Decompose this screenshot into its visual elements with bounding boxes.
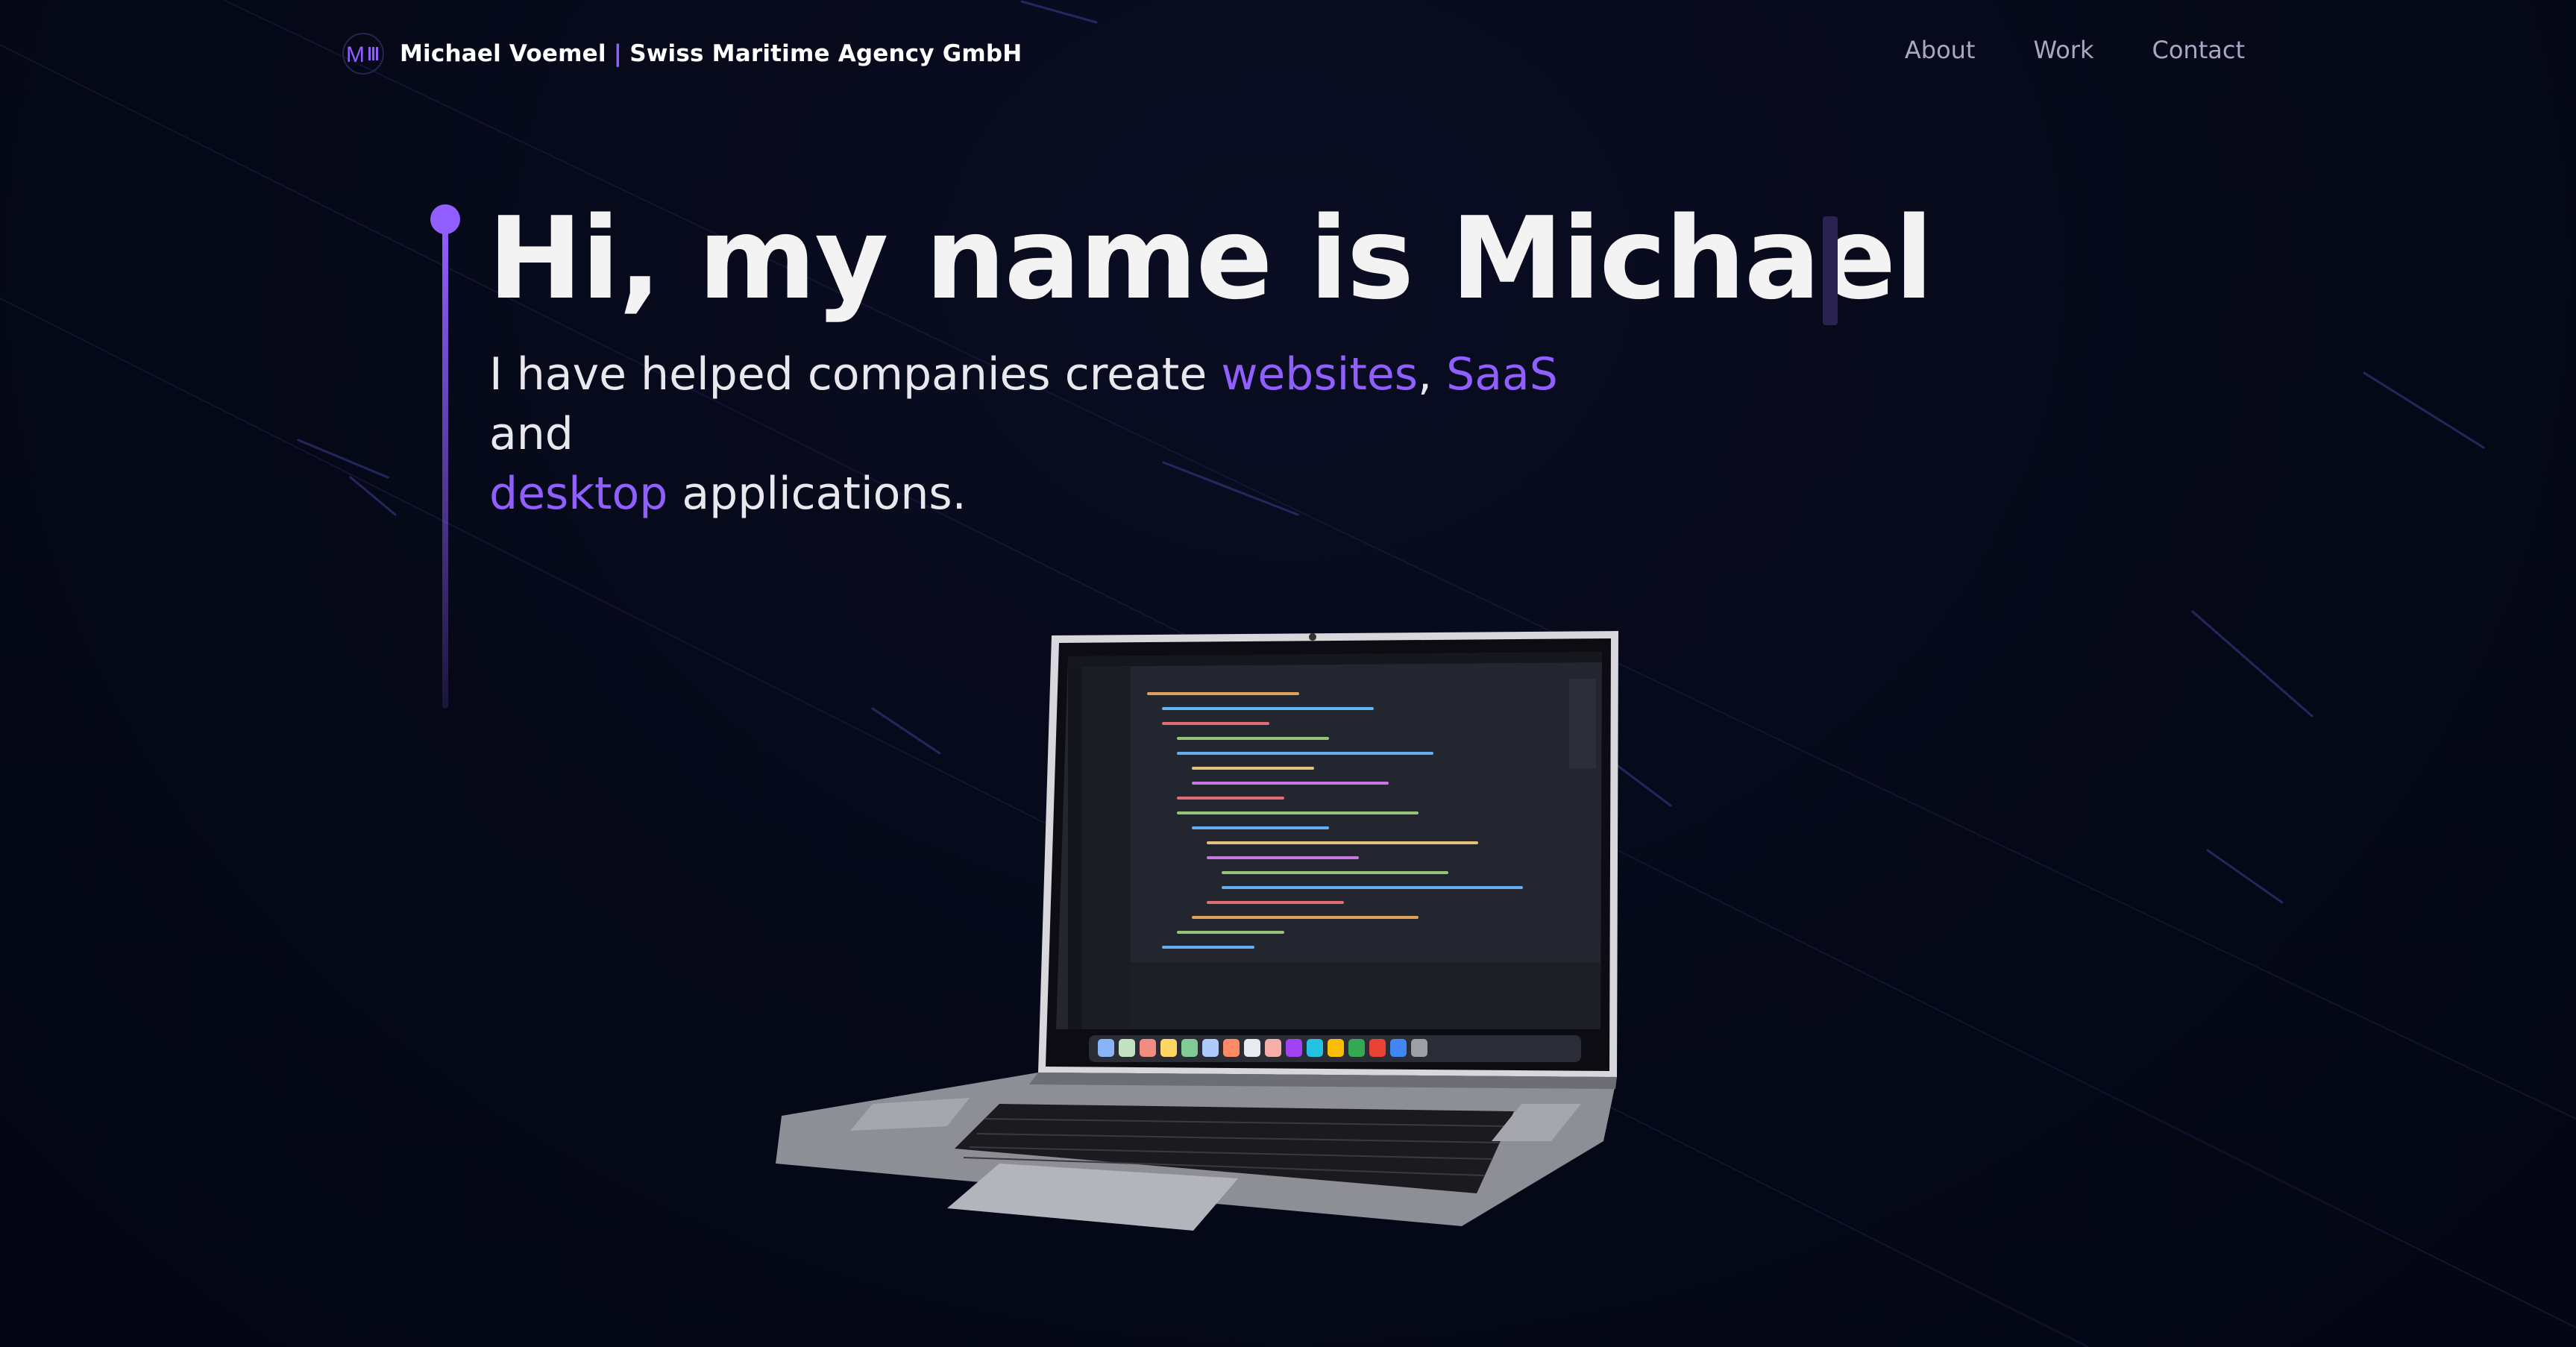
subtitle-accent-desktop: desktop [489, 468, 668, 520]
brand-separator: | [613, 40, 623, 67]
laptop-3d-illustration-icon[interactable] [761, 627, 1626, 1238]
hero-dot [430, 204, 460, 234]
nav-link-contact[interactable]: Contact [2152, 36, 2246, 64]
brand-company: Swiss Maritime Agency GmbH [629, 40, 1022, 67]
navbar: M Michael Voemel | Swiss Maritime Agency G… [0, 0, 2576, 109]
brand-link[interactable]: M Michael Voemel | Swiss Maritime Agency G… [342, 33, 1022, 75]
hero-subtitle: I have helped companies create websites,… [489, 345, 1608, 524]
nav-link-work[interactable]: Work [2033, 36, 2093, 64]
m-monogram-logo-icon: M [342, 33, 384, 75]
subtitle-text-1: I have helped companies create [489, 348, 1222, 401]
subtitle-text-2: , [1418, 348, 1447, 401]
typing-cursor [1823, 216, 1838, 325]
subtitle-accent-saas: SaaS [1446, 348, 1558, 401]
svg-text:M: M [346, 43, 365, 67]
subtitle-text-3: and [489, 408, 574, 460]
brand-title: Michael Voemel | Swiss Maritime Agency Gmb… [400, 40, 1022, 67]
nav-link-about[interactable]: About [1905, 36, 1976, 64]
page: M Michael Voemel | Swiss Maritime Agency G… [0, 0, 2576, 1347]
hero-title: Hi, my name is Michael [488, 192, 1933, 324]
subtitle-text-4: applications. [667, 468, 967, 520]
brand-name: Michael Voemel [400, 40, 606, 67]
subtitle-accent-websites: websites [1221, 348, 1419, 401]
hero-timeline-decoration [430, 204, 460, 712]
nav-links: About Work Contact [1905, 36, 2245, 64]
hero-vertical-bar [442, 231, 448, 709]
